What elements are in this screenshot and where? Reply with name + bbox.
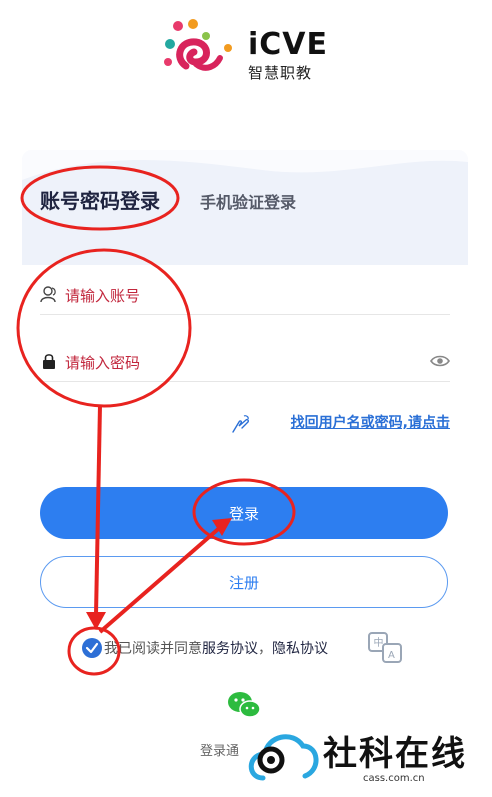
other-login-label: 登录通 <box>200 744 240 759</box>
svg-text:中: 中 <box>374 636 384 649</box>
eye-icon[interactable] <box>430 352 450 370</box>
checkmark-icon <box>85 642 99 654</box>
brand-subtitle: 智慧职教 <box>248 64 313 82</box>
service-agreement-link[interactable]: 服务协议 <box>202 641 258 657</box>
logo-mark-icon <box>164 19 232 71</box>
wechat-icon[interactable] <box>226 690 262 720</box>
login-button-label: 登录 <box>228 504 259 523</box>
agreement-prefix: 我已阅读并同意 <box>104 641 202 657</box>
svg-text:A: A <box>388 650 395 661</box>
logo-text: iCVE 智慧职教 <box>248 30 328 83</box>
watermark-domain: cass.com.cn <box>363 773 425 784</box>
watermark-logo-icon <box>248 734 319 781</box>
account-placeholder: 请输入账号 <box>65 287 141 305</box>
annotation-overlay <box>16 165 296 676</box>
register-button[interactable]: 注册 <box>40 556 448 608</box>
agreement-checkbox[interactable] <box>82 638 102 658</box>
watermark-name: 社科在线 <box>323 734 467 774</box>
account-field[interactable]: 请输入账号 <box>40 275 450 315</box>
forgot-credentials-link[interactable]: 找回用户名或密码,请点击 <box>291 412 450 432</box>
brand-title: iCVE <box>248 27 329 62</box>
password-field[interactable]: 请输入密码 <box>40 342 450 382</box>
hand-pointer-icon <box>232 415 249 433</box>
lock-icon <box>43 354 55 369</box>
app-logo: iCVE 智慧职教 <box>160 18 340 88</box>
translate-icon[interactable]: 中 A <box>366 630 406 666</box>
agreement-row: 我已阅读并同意服务协议，隐私协议 <box>80 638 328 658</box>
user-icon <box>40 286 56 303</box>
agreement-separator: ， <box>258 641 272 657</box>
watermark: 社科在线 cass.com.cn <box>245 720 492 797</box>
login-button[interactable]: 登录 <box>40 487 448 539</box>
tab-sms-login[interactable]: 手机验证登录 <box>200 189 296 213</box>
password-placeholder: 请输入密码 <box>65 354 141 372</box>
register-button-label: 注册 <box>228 573 259 592</box>
annotation-circle-fields <box>16 248 192 408</box>
privacy-policy-link[interactable]: 隐私协议 <box>272 641 328 657</box>
tab-password-login[interactable]: 账号密码登录 <box>40 185 160 214</box>
